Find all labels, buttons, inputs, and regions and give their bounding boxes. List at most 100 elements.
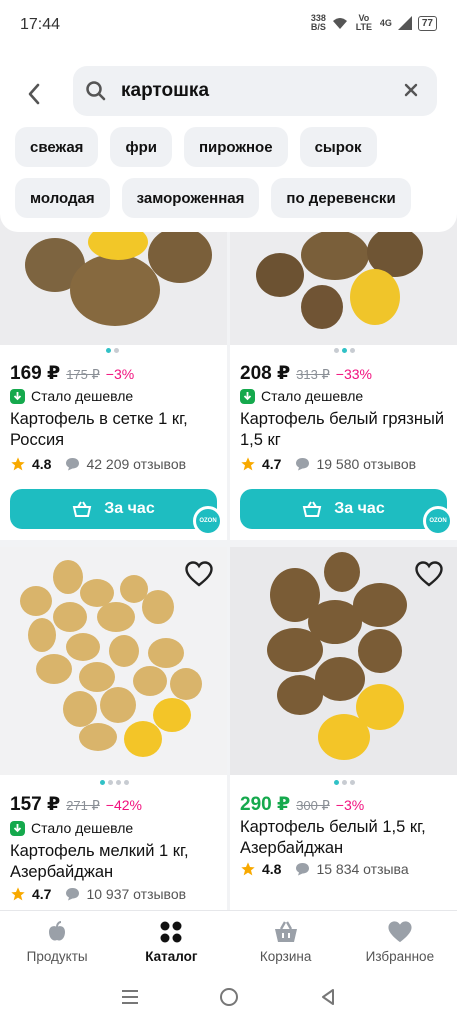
cheaper-badge: Стало дешевле (10, 820, 133, 836)
image-pager (106, 348, 119, 353)
arrow-down-icon (10, 388, 25, 404)
product-title[interactable]: Картофель белый 1,5 кг, Азербайджан (240, 817, 445, 859)
rating: 4.8 42 209 отзывов (10, 456, 186, 472)
price: 208 ₽ (240, 363, 291, 384)
product-title[interactable]: Картофель в сетке 1 кг, Россия (10, 409, 215, 451)
search-icon (86, 81, 106, 101)
review-bubble-icon (66, 458, 80, 471)
discount: −3% (335, 797, 365, 813)
signal-label: 4G (379, 18, 392, 28)
image-pager (334, 780, 355, 785)
old-price: 175 ₽ (66, 367, 100, 382)
nav-label: Избранное (365, 949, 435, 964)
apple-icon (49, 921, 66, 941)
home-circle-icon[interactable] (219, 987, 239, 1007)
cheaper-label: Стало дешевле (31, 820, 134, 836)
reviews-count: 15 834 отзыва (316, 861, 409, 877)
status-time: 17:44 (20, 16, 61, 33)
signal-icon (397, 16, 412, 30)
ozon-badge: OZON (423, 506, 453, 536)
arrow-down-icon (10, 820, 25, 836)
basket-icon (73, 501, 92, 517)
add-to-cart-button[interactable]: За час (240, 489, 447, 529)
old-price: 271 ₽ (66, 798, 100, 813)
speed-unit: B/S (310, 22, 326, 32)
reviews-count: 19 580 отзывов (316, 456, 417, 472)
nav-item-cart[interactable]: Корзина (229, 911, 343, 970)
star-icon (241, 457, 255, 471)
star-icon (241, 862, 255, 876)
suggestion-chip[interactable]: замороженная (121, 178, 260, 218)
cheaper-label: Стало дешевле (261, 388, 364, 404)
price: 290 ₽ (240, 794, 291, 815)
back-button[interactable] (18, 78, 50, 110)
image-pager (334, 348, 355, 353)
suggestion-row-2: молодая замороженная по деревенски (15, 178, 411, 218)
price-line: 290 ₽ 300 ₽ −3% (240, 793, 364, 816)
button-label: За час (334, 500, 385, 517)
system-navigation (0, 970, 457, 1024)
suggestion-chip[interactable]: молодая (15, 178, 110, 218)
star-icon (11, 457, 25, 471)
button-label: За час (104, 500, 155, 517)
rating-value: 4.7 (32, 886, 52, 902)
suggestion-chip[interactable]: свежая (15, 127, 99, 167)
search-input[interactable]: картошка (73, 66, 437, 116)
close-icon[interactable] (403, 82, 419, 98)
search-header: картошка свежая фри пирожное сырок молод… (0, 50, 457, 232)
menu-icon[interactable] (120, 988, 140, 1006)
rating: 4.7 10 937 отзывов (10, 886, 186, 902)
status-icons: 338 B/S Vo LTE 4G 77 (311, 14, 437, 32)
discount: −42% (105, 797, 142, 813)
rating-value: 4.8 (262, 861, 282, 877)
nav-item-catalog[interactable]: Каталог (114, 911, 228, 970)
arrow-down-icon (240, 388, 255, 404)
nav-label: Каталог (145, 949, 198, 964)
price-line: 169 ₽ 175 ₽ −3% (10, 362, 134, 385)
back-triangle-icon[interactable] (319, 988, 337, 1006)
cheaper-label: Стало дешевле (31, 388, 134, 404)
nav-label: Продукты (26, 949, 88, 964)
basket-icon (303, 501, 322, 517)
favorite-heart-icon[interactable] (185, 561, 213, 587)
rating-value: 4.8 (32, 456, 52, 472)
nav-item-favorites[interactable]: Избранное (343, 911, 457, 970)
bottom-navigation: Продукты Каталог Корзина Избранное (0, 910, 457, 970)
ozon-badge: OZON (193, 506, 223, 536)
chevron-left-icon (28, 83, 40, 105)
price: 169 ₽ (10, 363, 61, 384)
product-card[interactable]: 208 ₽ 313 ₽ −33% Стало дешевле Картофель… (230, 190, 457, 540)
discount: −33% (335, 366, 372, 382)
suggestion-chip[interactable]: пирожное (183, 127, 288, 167)
rating: 4.8 15 834 отзыва (240, 861, 409, 877)
price: 157 ₽ (10, 794, 61, 815)
cheaper-badge: Стало дешевле (240, 388, 363, 404)
nav-item-products[interactable]: Продукты (0, 911, 114, 970)
discount: −3% (105, 366, 135, 382)
review-bubble-icon (296, 458, 310, 471)
suggestion-chip[interactable]: по деревенски (271, 178, 411, 218)
reviews-count: 10 937 отзывов (86, 886, 187, 902)
status-bar: 17:44 338 B/S Vo LTE 4G 77 (0, 0, 457, 50)
add-to-cart-button[interactable]: За час (10, 489, 217, 529)
price-line: 208 ₽ 313 ₽ −33% (240, 362, 372, 385)
product-card[interactable]: 290 ₽ 300 ₽ −3% Картофель белый 1,5 кг, … (230, 547, 457, 910)
old-price: 313 ₽ (296, 367, 330, 382)
network-speed: 338 B/S (311, 14, 326, 32)
product-card[interactable]: 157 ₽ 271 ₽ −42% Стало дешевле Картофель… (0, 547, 227, 910)
suggestion-chip[interactable]: сырок (299, 127, 377, 167)
wifi-icon (332, 18, 347, 29)
cheaper-badge: Стало дешевле (10, 388, 133, 404)
product-card[interactable]: 169 ₽ 175 ₽ −3% Стало дешевле Картофель … (0, 190, 227, 540)
battery-indicator: 77 (417, 15, 437, 31)
suggestion-chip[interactable]: фри (110, 127, 172, 167)
price-line: 157 ₽ 271 ₽ −42% (10, 793, 142, 816)
star-icon (11, 887, 25, 901)
suggestion-row-1: свежая фри пирожное сырок (15, 127, 377, 167)
product-title[interactable]: Картофель белый грязный 1,5 кг (240, 409, 445, 451)
volte-label: Vo LTE (355, 13, 373, 32)
basket-icon (274, 921, 297, 942)
favorite-heart-icon[interactable] (415, 561, 443, 587)
product-title[interactable]: Картофель мелкий 1 кг, Азербайджан (10, 841, 215, 883)
heart-icon (388, 921, 412, 943)
